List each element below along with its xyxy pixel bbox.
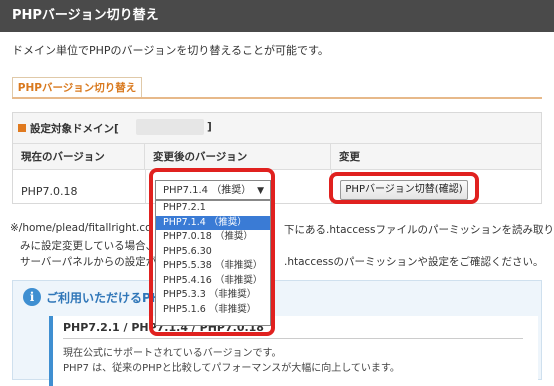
divider bbox=[63, 338, 523, 339]
tab-underline bbox=[12, 97, 542, 99]
column-new-version: 変更後のバージョン bbox=[145, 144, 331, 170]
info-icon: i bbox=[23, 288, 41, 306]
info-line-1: 現在公式にサポートされているバージョンです。 bbox=[63, 348, 282, 359]
page-description: ドメイン単位でPHPのバージョンを切り替えることが可能です。 bbox=[12, 44, 329, 57]
column-divider bbox=[145, 170, 146, 203]
note-line-1a: ※/home/plead/fitallright.co bbox=[10, 222, 152, 234]
column-change: 変更 bbox=[331, 144, 541, 170]
info-line-2: PHP7 は、従来のPHPと比較してパフォーマンスが大幅に向上しています。 bbox=[63, 363, 400, 374]
tab-php-version-switch[interactable]: PHPバージョン切り替え bbox=[12, 77, 142, 98]
highlight-button-annotation bbox=[329, 172, 479, 204]
highlight-select-annotation bbox=[149, 168, 275, 336]
info-box: i ご利用いただけるPHP PHP7.2.1 / PHP7.1.4 / PHP7… bbox=[12, 280, 542, 386]
square-bullet-icon bbox=[18, 124, 26, 132]
target-domain-close: ] bbox=[207, 121, 212, 133]
panel-header: 設定対象ドメイン[ ] bbox=[13, 113, 541, 144]
note-line-3b: .htaccessのパーミッションや設定をご確認ください。 bbox=[284, 256, 544, 268]
current-version-value: PHP7.0.18 bbox=[21, 185, 78, 198]
note-line-3a: サーバーパネルからの設定が bbox=[20, 256, 157, 268]
blurred-domain-name bbox=[136, 119, 204, 135]
note-line-1b: 下にある.htaccessファイルのパーミッションを読み取りの bbox=[284, 224, 554, 236]
page-title: PHPバージョン切り替え bbox=[0, 0, 554, 32]
note-line-2a: みに設定変更している場合、 bbox=[20, 240, 157, 252]
target-domain-label: 設定対象ドメイン[ bbox=[30, 123, 119, 135]
info-inner-card: PHP7.2.1 / PHP7.1.4 / PHP7.0.18 現在公式にサポー… bbox=[49, 316, 538, 386]
column-current-version: 現在のバージョン bbox=[13, 144, 145, 170]
